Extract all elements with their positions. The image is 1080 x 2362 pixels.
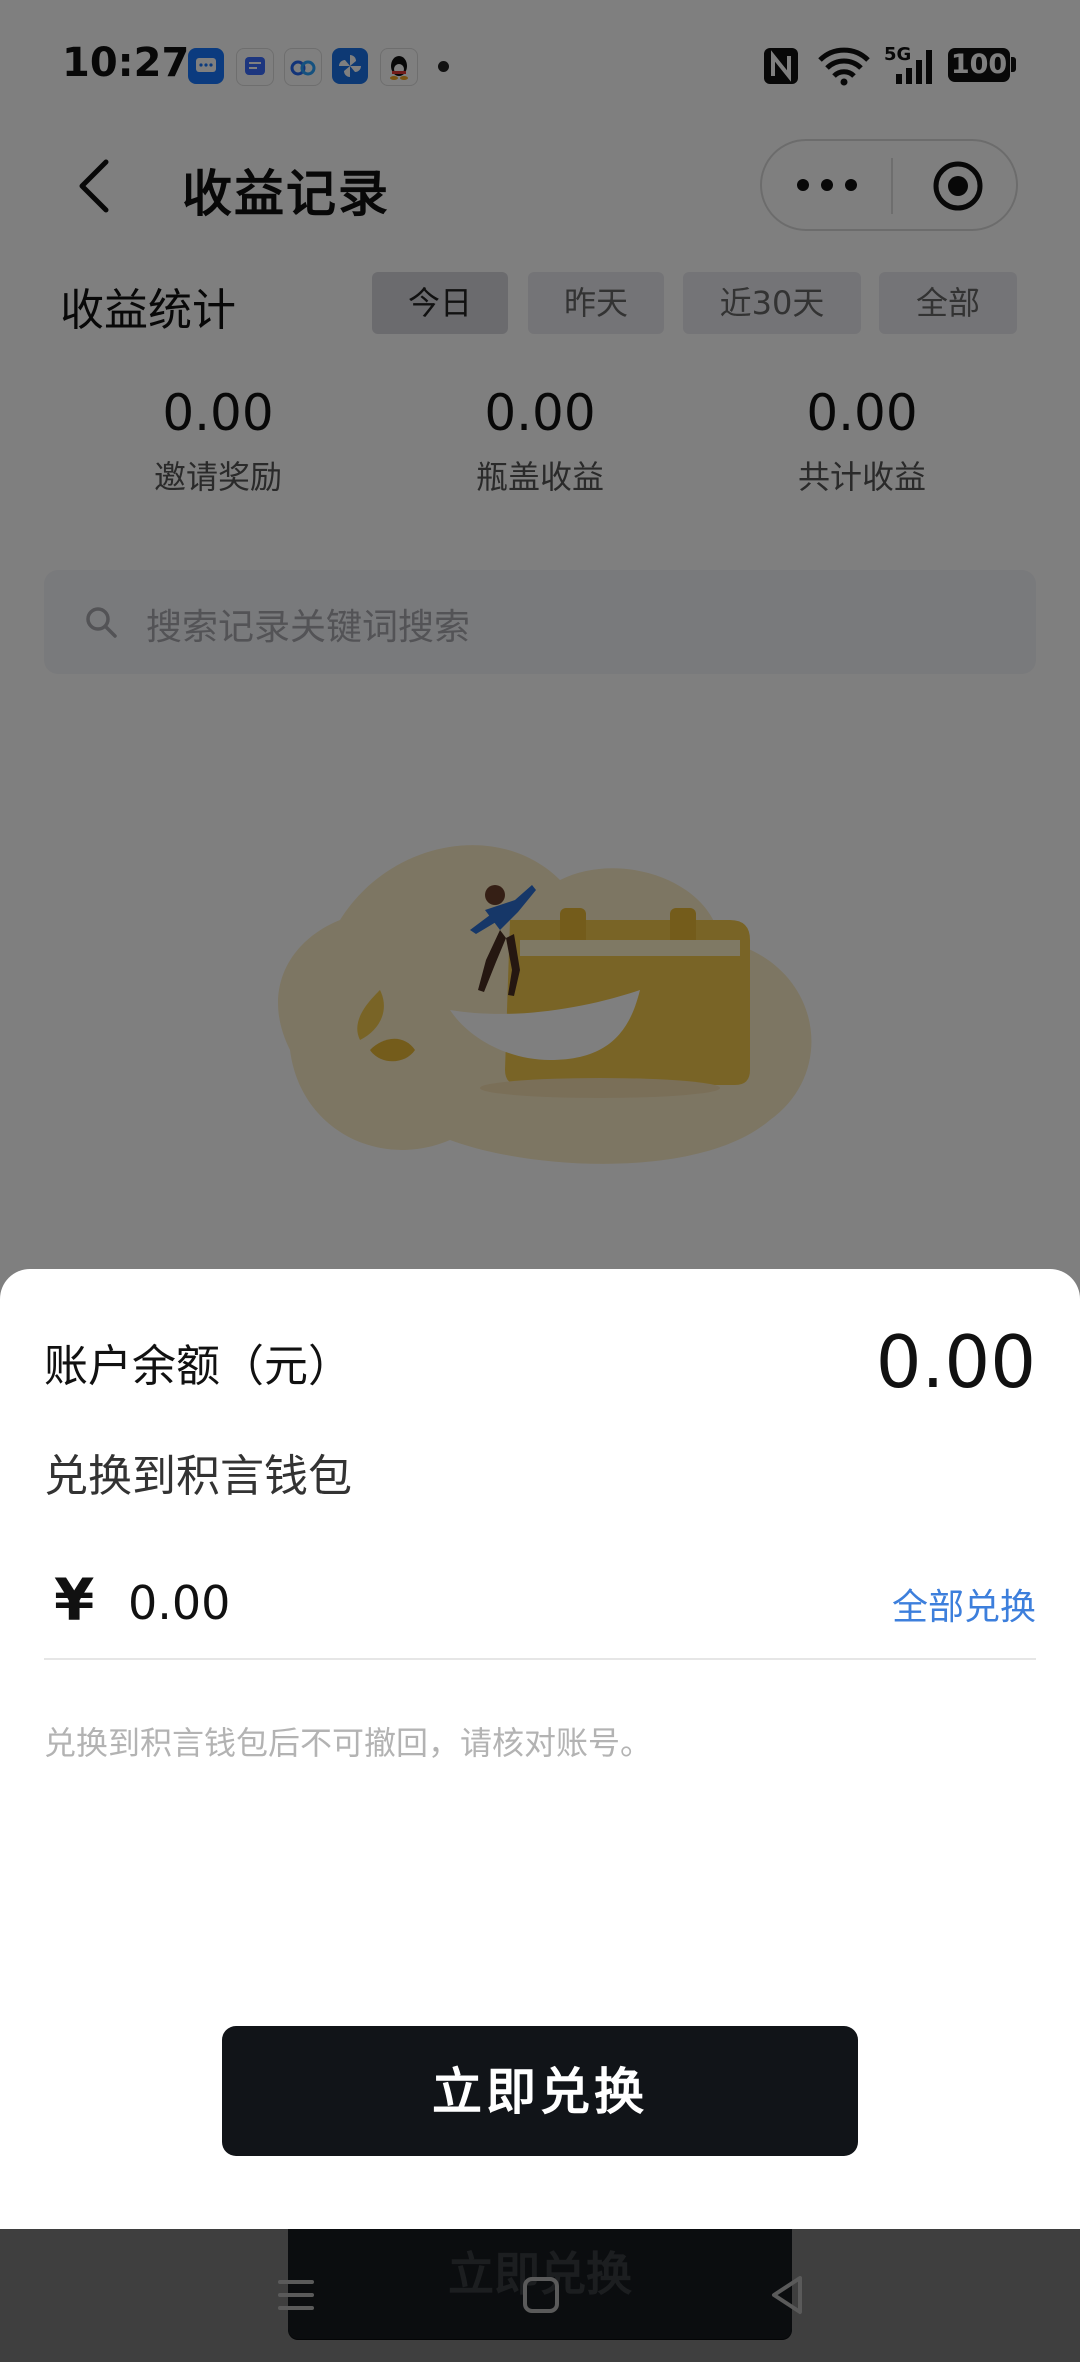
recent-apps-icon[interactable] [276,2276,316,2314]
back-triangle-icon[interactable] [770,2274,804,2316]
exchange-all-link[interactable]: 全部兑换 [892,1578,1036,1630]
amount-input[interactable] [128,1568,848,1638]
home-icon[interactable] [522,2276,560,2314]
exchange-hint: 兑换到积言钱包后不可撤回，请核对账号。 [44,1724,653,1762]
currency-symbol: ¥ [54,1566,95,1634]
exchange-now-button[interactable]: 立即兑换 [222,2026,858,2156]
balance-label: 账户余额（元） [44,1341,352,1392]
input-divider [44,1658,1036,1660]
exchange-title: 兑换到积言钱包 [44,1451,352,1502]
balance-value: 0.00 [875,1320,1036,1404]
